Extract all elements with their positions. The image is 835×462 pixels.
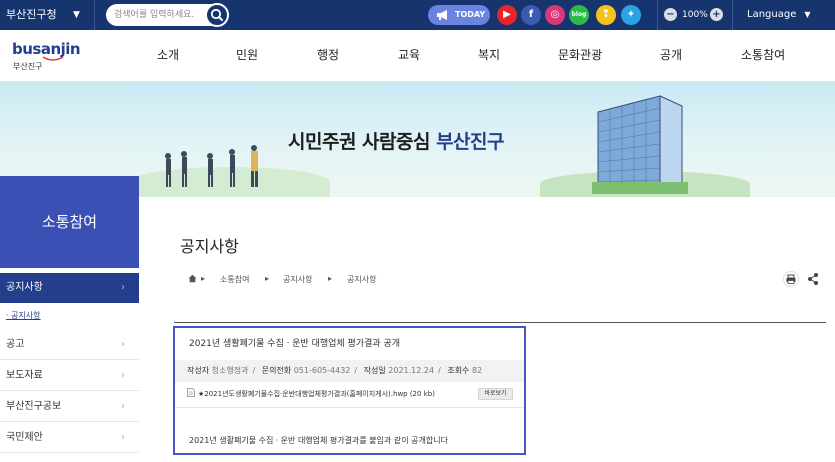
- breadcrumb-arrow-icon: ▸: [201, 274, 206, 283]
- facebook-icon[interactable]: f: [521, 5, 541, 25]
- chevron-right-icon: ›: [121, 339, 125, 350]
- nav-culture[interactable]: 문화관광: [558, 46, 602, 63]
- district-label: 부산진구청: [6, 8, 57, 21]
- print-icon[interactable]: [783, 271, 799, 287]
- megaphone-icon: [437, 10, 447, 20]
- post-divider: [175, 407, 524, 408]
- sidebar-item-label: 부산진구공보: [6, 401, 62, 412]
- blog-icon[interactable]: blog: [569, 5, 589, 25]
- sidebar-item-gazette[interactable]: 부산진구공보 ›: [0, 392, 139, 422]
- instagram-icon[interactable]: ◎: [545, 5, 565, 25]
- logo-subtext: 부산진구: [13, 62, 43, 71]
- today-button[interactable]: TODAY: [428, 5, 490, 25]
- language-label: Language: [747, 9, 797, 20]
- slogan-highlight: 부산진구: [436, 131, 504, 153]
- post-meta: 작성자 청소행정과 / 문의전화 051-605-4432/ 작성일 2021.1…: [175, 360, 524, 382]
- sidebar-item-press[interactable]: 보도자료 ›: [0, 361, 139, 391]
- today-label: TODAY: [455, 10, 486, 19]
- meta-separator: /: [354, 366, 358, 375]
- top-utility-bar: 부산진구청 ▼ TODAY − 100% + Language ▼ ▶f◎blog…: [0, 0, 835, 30]
- city-hall-building-illustration: [592, 95, 688, 194]
- breadcrumb-arrow-icon: ▸: [265, 274, 270, 283]
- breadcrumb-item[interactable]: 소통참여: [220, 274, 249, 285]
- caret-down-icon: ▼: [73, 10, 80, 20]
- views-value: 82: [471, 366, 483, 375]
- attachment[interactable]: ★2021년도생활폐기물수집·운반대행업체평가결과(홈페이지게시).hwp (2…: [187, 388, 435, 399]
- sidebar-item-label: 공고: [6, 339, 25, 350]
- nav-intro[interactable]: 소개: [157, 46, 179, 63]
- district-select[interactable]: 부산진구청 ▼: [0, 0, 95, 30]
- home-icon[interactable]: [188, 274, 197, 283]
- language-select[interactable]: Language ▼: [747, 0, 811, 30]
- twitter-icon[interactable]: ✦: [621, 5, 641, 25]
- site-logo[interactable]: busanjin 부산진구: [12, 40, 92, 74]
- zoom-control: − 100% +: [657, 0, 733, 30]
- search-box: [106, 3, 229, 27]
- breadcrumb-arrow-icon: ▸: [328, 274, 333, 283]
- sidebar-item-notice[interactable]: 공지사항 ›: [0, 273, 139, 303]
- sidebar-subitem-notice[interactable]: · 공지사항: [6, 310, 41, 321]
- phone-label: 문의전화: [261, 366, 292, 375]
- author-value: 청소행정과: [211, 366, 249, 375]
- nav-admin[interactable]: 행정: [317, 46, 339, 63]
- sidebar-item-label: 보도자료: [6, 370, 43, 381]
- post-title: 2021년 생활폐기물 수집ㆍ운반 대행업체 평가결과 공개: [189, 339, 401, 349]
- search-icon: [210, 8, 223, 21]
- post-detail: 2021년 생활폐기물 수집ㆍ운반 대행업체 평가결과 공개 작성자 청소행정과…: [173, 326, 526, 455]
- sidebar-item-proposal[interactable]: 국민제안 ›: [0, 423, 139, 453]
- chevron-right-icon: ›: [121, 282, 125, 293]
- meta-separator: /: [438, 366, 441, 375]
- zoom-in-button[interactable]: +: [710, 8, 723, 21]
- post-body: 2021년 생활폐기물 수집ㆍ운반 대행업체 평가결과를 붙임과 같이 공개합니…: [189, 436, 448, 445]
- zoom-value: 100%: [682, 10, 708, 20]
- main-header: busanjin 부산진구 소개 민원 행정 교육 복지 문화관광 공개 소통참…: [0, 30, 835, 82]
- sidebar-title: 소통참여: [0, 176, 139, 268]
- search-button[interactable]: [205, 3, 229, 27]
- slogan-main: 시민주권 사람중심: [288, 131, 437, 153]
- sidebar-item-announcement[interactable]: 공고 ›: [0, 330, 139, 360]
- author-label: 작성자: [187, 366, 210, 375]
- zoom-out-button[interactable]: −: [664, 8, 677, 21]
- page-title: 공지사항: [180, 237, 239, 256]
- youtube-icon[interactable]: ▶: [497, 5, 517, 25]
- banner-slogan: 시민주권 사람중심 부산진구: [288, 127, 504, 154]
- preview-button[interactable]: 바로보기: [478, 388, 513, 400]
- chevron-right-icon: ›: [121, 432, 125, 443]
- nav-civil[interactable]: 민원: [236, 46, 258, 63]
- caret-down-icon: ▼: [804, 10, 811, 19]
- attachment-name: ★2021년도생활폐기물수집·운반대행업체평가결과(홈페이지게시).hwp (2…: [198, 390, 435, 398]
- breadcrumb-item[interactable]: 공지사항: [283, 274, 312, 285]
- sidebar-item-label: 공지사항: [6, 282, 43, 293]
- nav-open[interactable]: 공개: [660, 46, 682, 63]
- logo-swoosh-icon: [42, 56, 64, 61]
- search-input[interactable]: [114, 7, 202, 23]
- nav-education[interactable]: 교육: [398, 46, 420, 63]
- nav-welfare[interactable]: 복지: [478, 46, 500, 63]
- breadcrumb-item[interactable]: 공지사항: [347, 274, 376, 285]
- date-label: 작성일: [363, 366, 386, 375]
- share-icon[interactable]: [805, 271, 821, 287]
- chevron-right-icon: ›: [121, 401, 125, 412]
- content-divider: [174, 322, 826, 323]
- file-icon: [187, 388, 195, 397]
- kakao-story-icon[interactable]: ❢: [596, 5, 616, 25]
- sidebar-item-label: 국민제안: [6, 432, 43, 443]
- hikers-illustration: [165, 145, 258, 187]
- views-label: 조회수: [447, 366, 470, 375]
- date-value: 2021.12.24: [388, 366, 435, 375]
- nav-communication[interactable]: 소통참여: [741, 46, 785, 63]
- phone-value: 051-605-4432: [293, 366, 351, 375]
- chevron-right-icon: ›: [121, 370, 125, 381]
- meta-separator: /: [252, 366, 256, 375]
